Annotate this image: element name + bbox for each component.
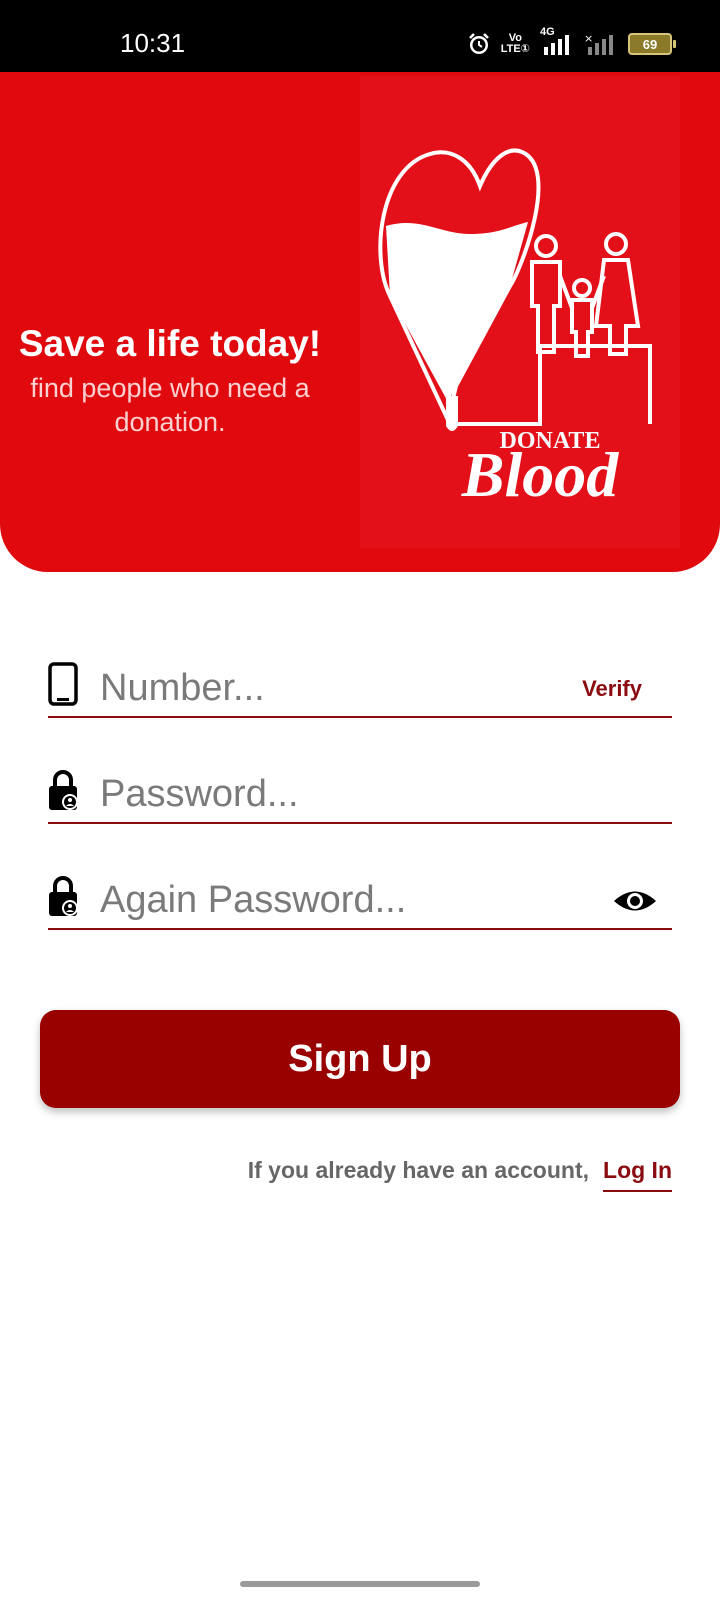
svg-text:×: × (584, 33, 593, 45)
login-prompt: If you already have an account, (247, 1156, 590, 1183)
alarm-icon (468, 33, 489, 54)
number-input[interactable] (100, 667, 580, 710)
again-password-field (48, 860, 672, 930)
signal-icon: × (584, 33, 613, 55)
sign-up-button[interactable]: Sign Up (40, 1010, 680, 1108)
login-row: If you already have an account, Log In (247, 1150, 672, 1192)
lock-icon (49, 770, 78, 810)
battery-icon: 69 (628, 33, 676, 55)
status-time: 10:31 (120, 28, 186, 58)
phone-icon (48, 662, 78, 706)
verify-button[interactable]: Verify (582, 676, 642, 702)
password-field (48, 754, 672, 824)
login-link[interactable]: Log In (603, 1157, 672, 1192)
heart-family-illustration: DONATE Blood (378, 148, 652, 510)
volte-indicator: Vo LTE① (501, 33, 530, 55)
eye-icon[interactable] (612, 886, 658, 916)
hero-title: Save a life today! (18, 323, 322, 364)
logo-blood-text: Blood (461, 439, 619, 510)
status-icons: Vo LTE① 4G × 69 (467, 27, 676, 58)
donate-blood-logo: DONATE Blood (360, 76, 680, 548)
volte-bottom: LTE① (500, 43, 530, 55)
status-bar: 10:31 Vo LTE① 4G × 69 (0, 0, 720, 72)
password-input[interactable] (100, 773, 580, 816)
home-indicator[interactable] (240, 1581, 480, 1587)
number-field: Verify (48, 648, 672, 718)
lock-icon (49, 876, 78, 916)
network-type: 4G (540, 26, 555, 38)
hero-subtitle: find people who need a donation. (30, 373, 310, 437)
hero-banner: Save a life today! find people who need … (0, 72, 720, 572)
battery-level: 69 (642, 36, 658, 52)
again-password-input[interactable] (100, 879, 580, 922)
signal-4g: 4G (540, 27, 574, 55)
hero-text: Save a life today! find people who need … (10, 320, 330, 439)
